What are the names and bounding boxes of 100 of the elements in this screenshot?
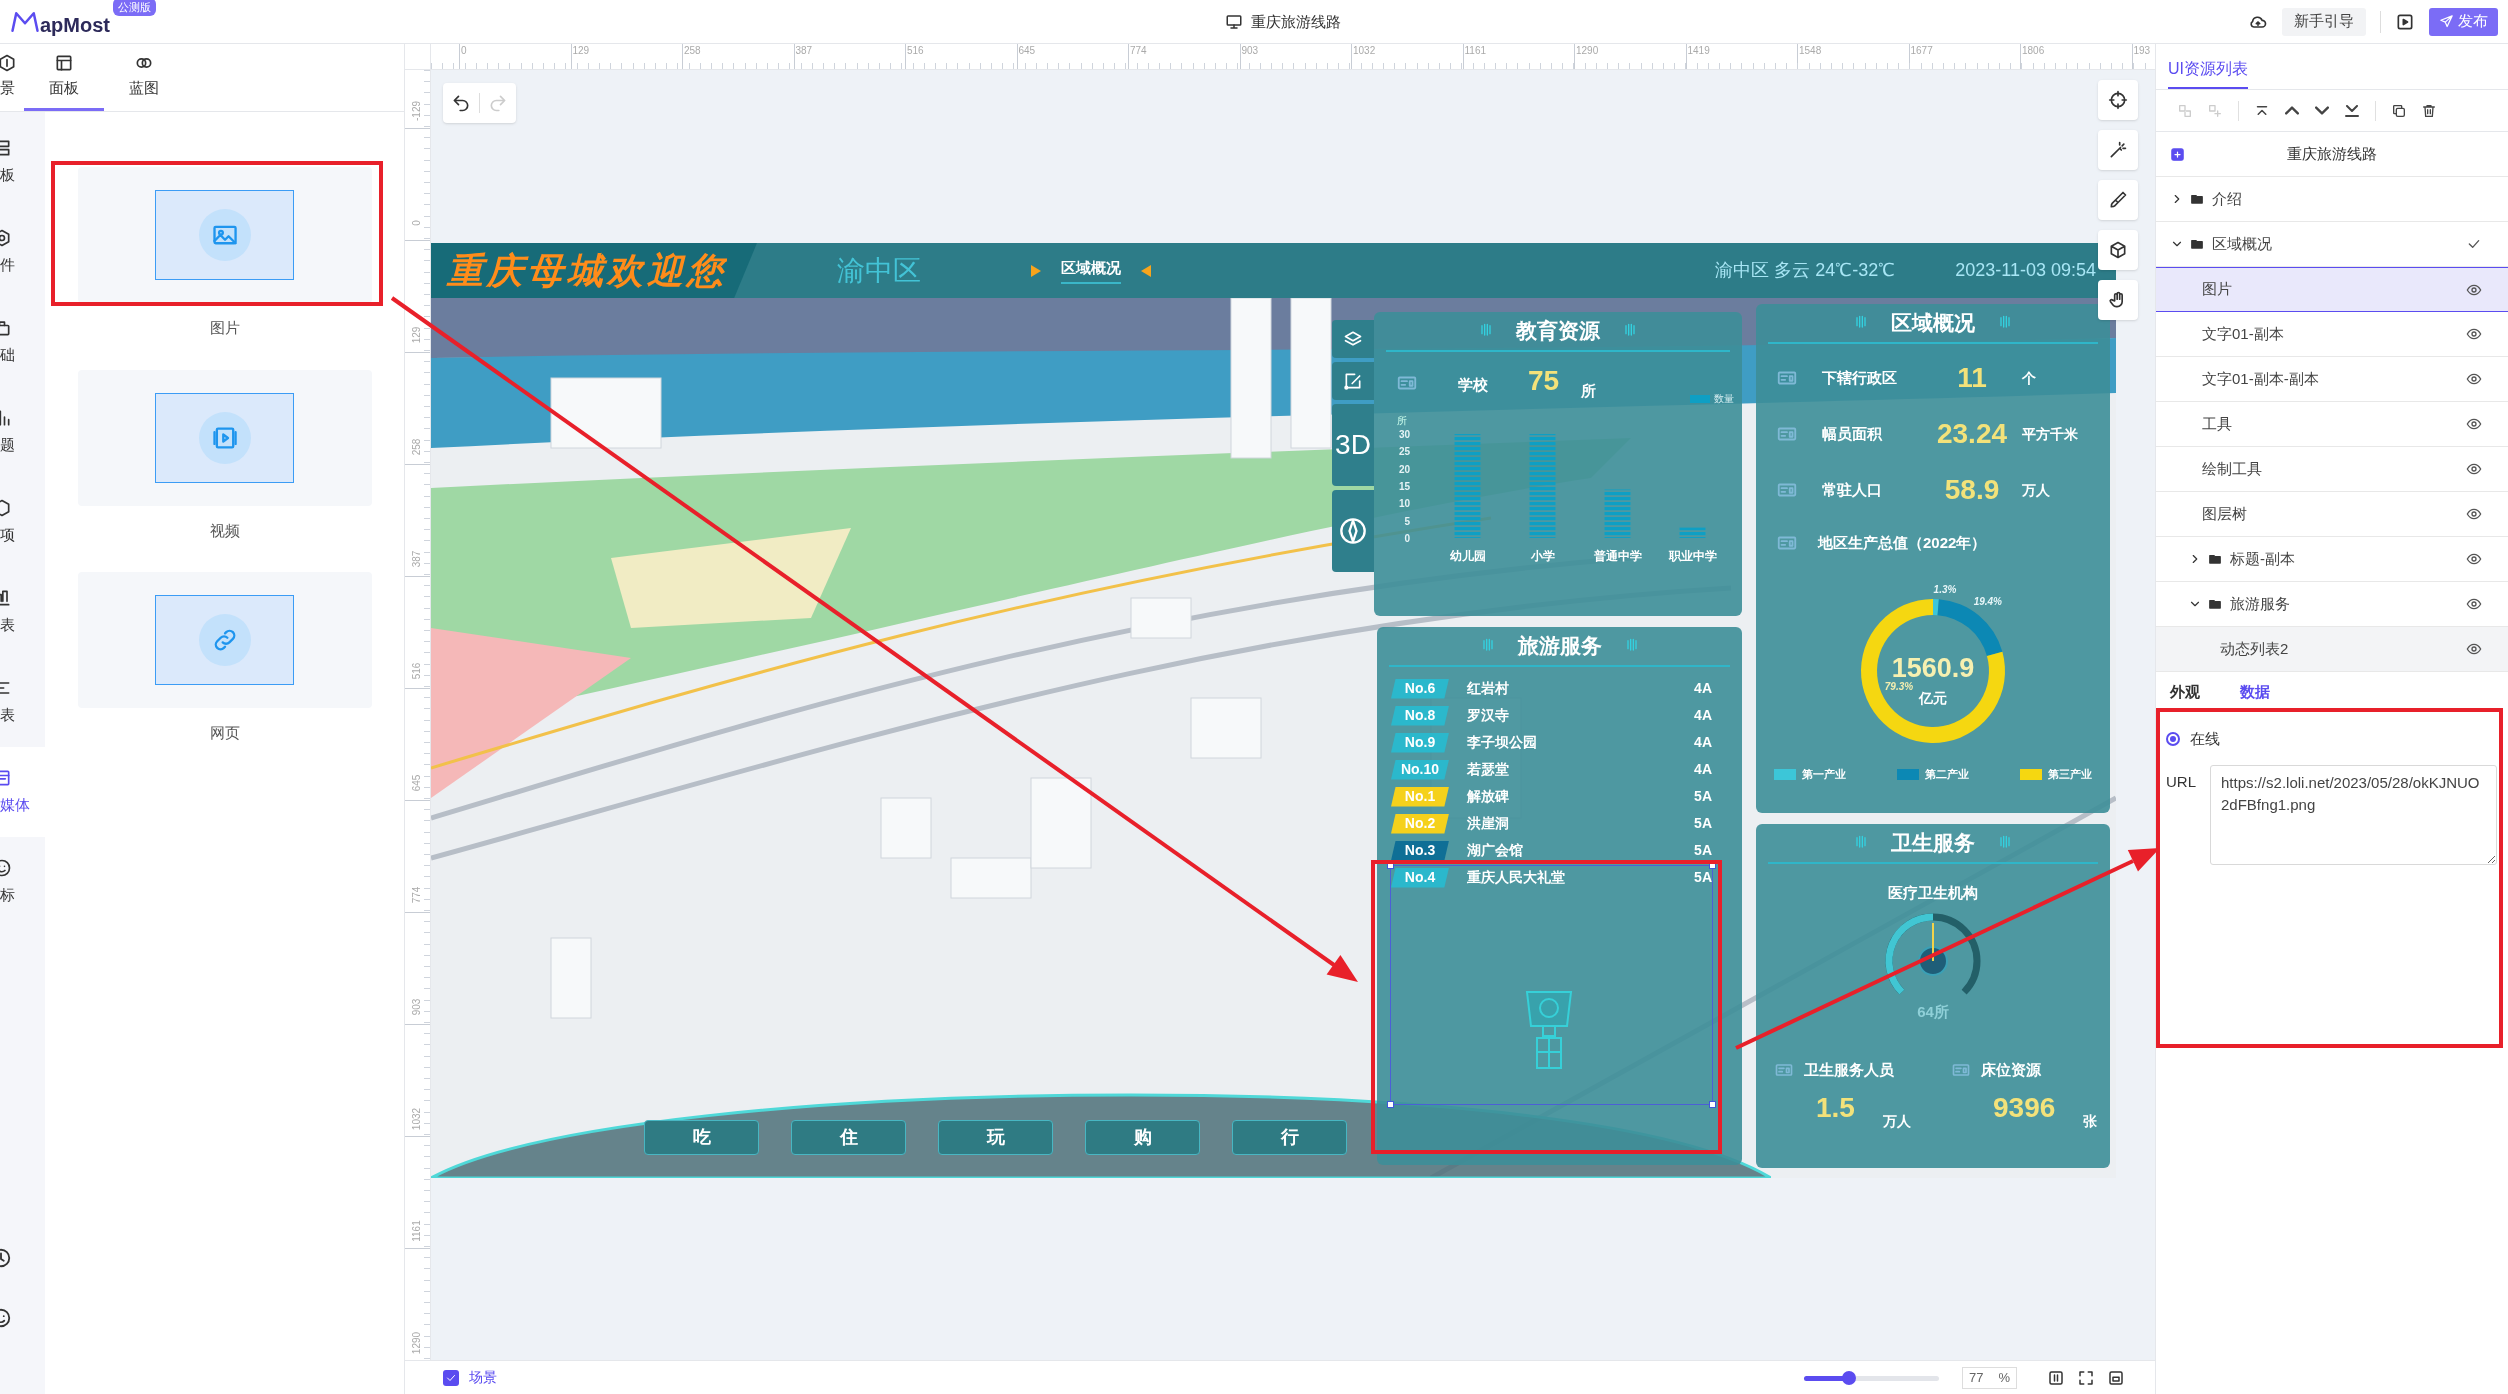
ruler-label: 193	[2133, 46, 2151, 56]
axis-unit: 所	[1397, 415, 1407, 426]
split-view-icon[interactable]	[2047, 1368, 2065, 1387]
panel-tab[interactable]: 景	[0, 44, 24, 111]
view-mode-button[interactable]: 3D	[1332, 404, 1374, 486]
axis-label: 职业中学	[1668, 549, 1717, 563]
data-label: 19.4%	[1973, 595, 2002, 607]
compass-button[interactable]	[1332, 490, 1374, 572]
stat-value: 9396	[1993, 1093, 2056, 1122]
ruler-label: 645	[412, 773, 422, 794]
layer-row[interactable]: 图片	[2156, 267, 2508, 312]
undo-icon[interactable]	[451, 93, 471, 113]
rank-tag: No.9	[1391, 732, 1449, 753]
layer-row[interactable]: 文字01-副本-副本	[2156, 357, 2508, 402]
ruler-label: 0	[461, 46, 467, 56]
video-icon	[198, 411, 251, 464]
brush-button[interactable]	[2098, 180, 2138, 220]
ruler-label: 903	[412, 997, 422, 1018]
layer-name: 动态列表2	[2220, 638, 2289, 659]
title-ornament-icon	[1622, 323, 1638, 339]
attraction-grade: 4A	[1694, 733, 1712, 752]
visibility-icon	[2466, 371, 2482, 387]
category-button[interactable]: 吃	[644, 1120, 759, 1155]
attraction-grade: 4A	[1694, 760, 1712, 779]
resource-list-tab[interactable]: UI资源列表	[2168, 51, 2248, 89]
scene-checkbox[interactable]	[443, 1369, 459, 1386]
target-button[interactable]	[2098, 80, 2138, 120]
slider-thumb[interactable]	[1841, 1370, 1856, 1385]
banner-title: 重庆母城欢迎您	[447, 248, 727, 293]
sidebar-item[interactable]: 表	[0, 657, 45, 747]
zoom-field[interactable]: 77 %	[1962, 1366, 2017, 1389]
resize-handle[interactable]	[1387, 862, 1394, 869]
resize-handle[interactable]	[1709, 1101, 1716, 1108]
ruler-label: 516	[412, 661, 422, 682]
chart-bar	[1604, 489, 1631, 538]
webpage-icon	[198, 614, 251, 666]
rank-tag: No.8	[1391, 705, 1449, 726]
ruler-label: 774	[1130, 46, 1147, 56]
legend-label: 数量	[1714, 392, 1734, 406]
layer-row[interactable]: 绘制工具	[2156, 447, 2508, 492]
publish-button[interactable]: 发布	[2429, 7, 2498, 36]
category-button[interactable]: 住	[791, 1120, 906, 1155]
draw-button[interactable]	[1332, 362, 1374, 400]
guide-button[interactable]: 新手引导	[2282, 7, 2366, 36]
attraction-grade: 4A	[1694, 679, 1712, 698]
layer-row[interactable]: 工具	[2156, 402, 2508, 447]
property-tab[interactable]: 数据	[2240, 680, 2270, 704]
sidebar-item[interactable]: 表	[0, 567, 45, 657]
category-button[interactable]: 行	[1232, 1120, 1347, 1155]
layer-row[interactable]: 介绍	[2156, 177, 2508, 222]
resize-handle[interactable]	[1709, 862, 1716, 869]
url-label: URL	[2166, 771, 2196, 792]
category-button[interactable]: 玩	[938, 1120, 1053, 1155]
layer-row[interactable]: 文字01-副本	[2156, 312, 2508, 357]
add-icon[interactable]	[2170, 146, 2185, 162]
magic-wand-button[interactable]	[2098, 130, 2138, 170]
stat-value: 1.5	[1816, 1093, 1855, 1122]
ruler-label: -129	[412, 100, 422, 123]
layer-row[interactable]: 动态列表2	[2156, 627, 2508, 672]
panel-tab[interactable]: 蓝图	[104, 44, 184, 111]
title-ornament-icon	[1853, 835, 1869, 851]
toolbar-icon	[2177, 102, 2193, 119]
scene-label: 场景	[469, 1368, 497, 1387]
sidebar-item[interactable]: 标	[0, 837, 45, 927]
stat-label: 卫生服务人员	[1804, 1060, 1894, 1080]
layer-name: 介绍	[2212, 188, 2242, 209]
date-time: 2023-11-03 09:54	[1955, 259, 2096, 282]
cube-button[interactable]	[2098, 230, 2138, 270]
data-label: 79.3%	[1884, 681, 1914, 692]
ruler-label: 1806	[2022, 46, 2045, 56]
sidebar-item[interactable]: 题	[0, 387, 45, 477]
layer-name: 绘制工具	[2202, 458, 2262, 479]
toolbar-icon	[2285, 106, 2299, 115]
axis-label: 20	[1398, 463, 1410, 475]
resize-handle[interactable]	[1387, 1101, 1394, 1108]
cube-icon	[2108, 240, 2128, 260]
sidebar-item[interactable]: 媒体	[0, 747, 45, 837]
panel-title: 区域概况	[1891, 310, 1975, 337]
layers-button[interactable]	[1332, 320, 1374, 358]
sidebar-item[interactable]: 板	[0, 117, 45, 207]
fit-view-icon[interactable]	[2107, 1368, 2125, 1387]
title-ornament-icon	[1478, 323, 1494, 339]
layer-row[interactable]: 标题-副本	[2156, 537, 2508, 582]
sidebar-item[interactable]: 础	[0, 297, 45, 387]
ruler-label: 1161	[1464, 46, 1486, 56]
layer-row[interactable]: 图层树	[2156, 492, 2508, 537]
property-tab[interactable]: 外观	[2170, 680, 2200, 704]
url-field[interactable]: https://s2.loli.net/2023/05/28/okKJNUO2dFBfng1.png	[2210, 764, 2497, 865]
sidebar-item[interactable]: 项	[0, 477, 45, 567]
fullscreen-icon[interactable]	[2077, 1368, 2095, 1387]
nav-label[interactable]: 区域概况	[1061, 257, 1121, 284]
stat-unit: 所	[1581, 380, 1597, 401]
stat-value: 23.24	[1935, 417, 2009, 451]
rank-tag: No.4	[1391, 867, 1449, 888]
radio-button[interactable]	[2166, 732, 2180, 747]
rank-tag: No.1	[1391, 786, 1449, 807]
component-card[interactable]	[77, 167, 372, 303]
pan-button[interactable]	[2098, 280, 2138, 320]
sidebar-item[interactable]: 件	[0, 207, 45, 297]
category-button[interactable]: 购	[1085, 1120, 1200, 1155]
